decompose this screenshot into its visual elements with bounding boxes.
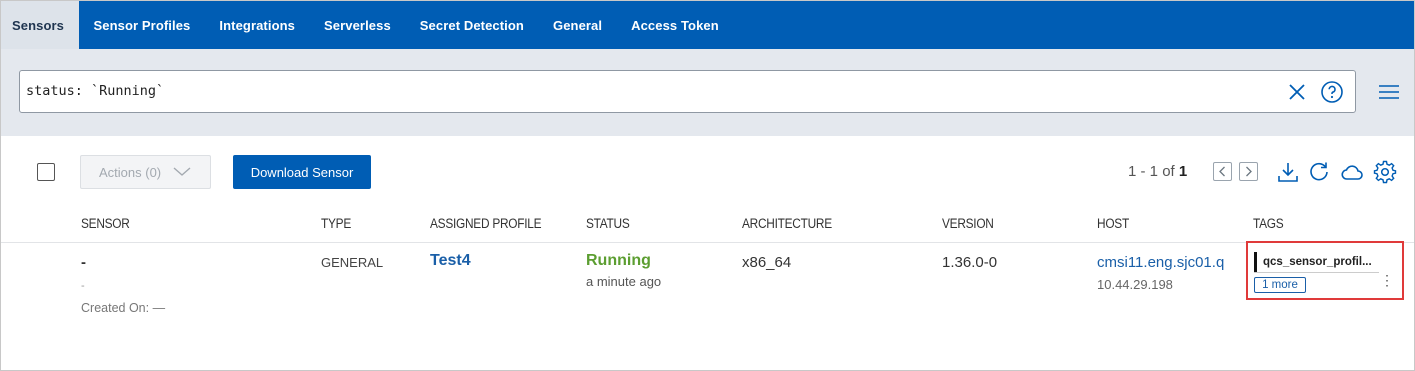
refresh-icon[interactable]: [1307, 160, 1331, 184]
tab-sensor-profiles[interactable]: Sensor Profiles: [79, 1, 205, 49]
search-band: status: `Running`: [1, 49, 1414, 136]
tag-chip[interactable]: qcs_sensor_profil...: [1254, 252, 1379, 272]
cloud-icon[interactable]: [1340, 160, 1364, 184]
next-page-button[interactable]: [1239, 162, 1258, 181]
top-nav: Sensors Sensor Profiles Integrations Ser…: [1, 1, 1414, 49]
host-ip: 10.44.29.198: [1097, 277, 1173, 292]
status-time: a minute ago: [586, 274, 662, 289]
chevron-down-icon: [173, 167, 191, 176]
download-sensor-button[interactable]: Download Sensor: [233, 155, 371, 189]
pagination-summary: 1 - 1 of 1: [1128, 163, 1187, 180]
gear-icon[interactable]: [1373, 160, 1397, 184]
select-all-checkbox[interactable]: [37, 163, 55, 181]
tags-highlight-box: qcs_sensor_profil... 1 more ⋮: [1246, 241, 1404, 300]
sensor-type: GENERAL: [321, 255, 384, 270]
actions-dropdown[interactable]: Actions (0): [80, 155, 211, 189]
chevron-right-icon: [1246, 166, 1252, 177]
column-header-version[interactable]: VERSION: [942, 216, 994, 231]
created-on: Created On: —: [81, 301, 166, 315]
header-divider: [1, 242, 1414, 243]
status-badge: Running: [586, 252, 651, 269]
pagination-total: 1: [1178, 163, 1188, 180]
architecture: x86_64: [742, 254, 792, 271]
version: 1.36.0-0: [942, 254, 998, 271]
previous-page-button[interactable]: [1213, 162, 1232, 181]
more-tags-button[interactable]: 1 more: [1254, 277, 1306, 293]
pagination-of: of: [1162, 163, 1175, 180]
column-header-type[interactable]: TYPE: [321, 216, 351, 231]
tab-secret-detection[interactable]: Secret Detection: [405, 1, 538, 49]
tab-sensors[interactable]: Sensors: [1, 1, 80, 49]
column-header-status[interactable]: STATUS: [586, 216, 630, 231]
column-header-sensor[interactable]: SENSOR: [81, 216, 130, 231]
help-circle-icon[interactable]: [1320, 80, 1344, 104]
tab-serverless[interactable]: Serverless: [310, 1, 406, 49]
host-link[interactable]: cmsi11.eng.sjc01.q: [1097, 254, 1242, 271]
chevron-left-icon: [1219, 166, 1225, 177]
pagination-range: 1 - 1: [1128, 163, 1159, 180]
download-icon[interactable]: [1276, 160, 1300, 184]
search-input[interactable]: status: `Running`: [19, 70, 1356, 113]
hamburger-menu-icon[interactable]: [1377, 82, 1401, 102]
tab-general[interactable]: General: [538, 1, 616, 49]
sensor-subtitle: -: [81, 280, 85, 292]
tab-integrations[interactable]: Integrations: [205, 1, 310, 49]
assigned-profile-link[interactable]: Test4: [430, 252, 471, 270]
search-query-text: status: `Running`: [26, 83, 165, 99]
close-icon[interactable]: [1286, 81, 1308, 103]
column-header-assigned-profile[interactable]: ASSIGNED PROFILE: [430, 216, 542, 231]
column-header-architecture[interactable]: ARCHITECTURE: [742, 216, 832, 231]
column-header-host[interactable]: HOST: [1097, 216, 1129, 231]
kebab-menu-icon[interactable]: ⋮: [1380, 273, 1394, 287]
tab-access-token[interactable]: Access Token: [617, 1, 734, 49]
sensor-name[interactable]: -: [81, 254, 86, 271]
column-header-tags[interactable]: TAGS: [1253, 216, 1284, 231]
actions-label: Actions (0): [99, 164, 162, 180]
